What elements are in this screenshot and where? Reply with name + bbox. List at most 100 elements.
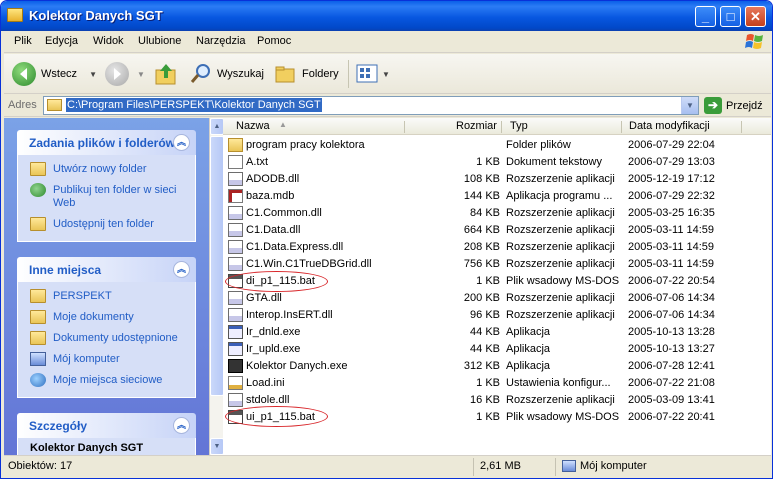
forward-button[interactable]: ▼	[105, 61, 145, 87]
toolbar-separator	[348, 60, 349, 88]
file-row[interactable]: Load.ini 1 KB Ustawienia konfigur... 2006-0…	[223, 375, 771, 392]
address-label: Adres	[8, 99, 37, 111]
close-button[interactable]: ✕	[745, 6, 766, 27]
task-share-folder[interactable]: Udostępnij ten folder	[18, 216, 195, 233]
file-size: 312 KB	[463, 360, 500, 372]
menu-plik[interactable]: Plik	[14, 35, 32, 47]
file-modified: 2005-10-13 13:27	[628, 343, 715, 355]
file-name: baza.mdb	[246, 190, 295, 202]
file-dll-icon	[228, 393, 243, 407]
address-input[interactable]: C:\Program Files\PERSPEKT\Kolektor Danyc…	[43, 96, 699, 115]
place-shared-documents[interactable]: Dokumenty udostępnione	[18, 330, 195, 347]
up-folder-button[interactable]	[155, 61, 177, 87]
file-row[interactable]: Ir_upld.exe 44 KB Aplikacja 2005-10-13 13:2…	[223, 341, 771, 358]
places-panel-header[interactable]: Inne miejsca ︽	[17, 257, 196, 282]
computer-icon	[562, 460, 576, 472]
file-row[interactable]: Ir_dnld.exe 44 KB Aplikacja 2005-10-13 13:2…	[223, 324, 771, 341]
collapse-chevron-icon[interactable]: ︽	[173, 261, 190, 278]
menu-pomoc[interactable]: Pomoc	[257, 35, 291, 47]
task-label: Udostępnij ten folder	[53, 218, 154, 230]
address-path[interactable]: C:\Program Files\PERSPEKT\Kolektor Danyc…	[66, 98, 322, 112]
file-row[interactable]: C1.Common.dll 84 KB Rozszerzenie aplikacji…	[223, 205, 771, 222]
column-separator[interactable]	[501, 121, 502, 133]
file-modified: 2006-07-22 20:41	[628, 411, 715, 423]
file-type: Rozszerzenie aplikacji	[506, 207, 615, 219]
file-row[interactable]: baza.mdb 144 KB Aplikacja programu ... 2006…	[223, 188, 771, 205]
place-my-documents[interactable]: Moje dokumenty	[18, 309, 195, 326]
place-network[interactable]: Moje miejsca sieciowe	[18, 372, 195, 389]
collapse-chevron-icon[interactable]: ︽	[173, 134, 190, 151]
file-dll-icon	[228, 308, 243, 322]
computer-icon	[30, 352, 46, 366]
back-dropdown-icon[interactable]: ▼	[89, 70, 97, 79]
file-row[interactable]: C1.Data.dll 664 KB Rozszerzenie aplikacji 2…	[223, 222, 771, 239]
task-new-folder[interactable]: Utwórz nowy folder	[18, 161, 195, 178]
forward-dropdown-icon[interactable]: ▼	[137, 70, 145, 79]
file-type: Dokument tekstowy	[506, 156, 602, 168]
place-label: Mój komputer	[53, 353, 120, 365]
menu-widok[interactable]: Widok	[93, 35, 124, 47]
file-type: Rozszerzenie aplikacji	[506, 173, 615, 185]
place-my-computer[interactable]: Mój komputer	[18, 351, 195, 368]
file-row[interactable]: C1.Data.Express.dll 208 KB Rozszerzenie ap…	[223, 239, 771, 256]
file-modified: 2006-07-06 14:34	[628, 309, 715, 321]
file-row[interactable]: C1.Win.C1TrueDBGrid.dll 756 KB Rozszerzeni…	[223, 256, 771, 273]
go-button[interactable]: ➔ Przejdź	[704, 97, 763, 114]
column-header: Nazwa ▲ Rozmiar Typ Data modyfikacji	[223, 118, 771, 135]
file-type: Rozszerzenie aplikacji	[506, 241, 615, 253]
search-button[interactable]: Wyszukaj	[189, 61, 264, 87]
file-row[interactable]: Interop.InsERT.dll 96 KB Rozszerzenie apli…	[223, 307, 771, 324]
details-panel: Szczegóły ︽ Kolektor Danych SGT	[17, 413, 196, 455]
file-row[interactable]: GTA.dll 200 KB Rozszerzenie aplikacji 2006-…	[223, 290, 771, 307]
file-modified: 2006-07-28 12:41	[628, 360, 715, 372]
title-bar[interactable]: Kolektor Danych SGT _ □ ✕	[1, 1, 772, 31]
column-type[interactable]: Typ	[510, 120, 528, 132]
menu-edycja[interactable]: Edycja	[45, 35, 78, 47]
scroll-down-icon[interactable]: ▼	[210, 438, 224, 455]
status-bar: Obiektów: 17 2,61 MB Mój komputer	[4, 455, 771, 477]
file-row[interactable]: ADODB.dll 108 KB Rozszerzenie aplikacji 200…	[223, 171, 771, 188]
task-pane-scrollbar[interactable]: ▲ ▼	[209, 118, 224, 455]
file-txt-icon	[228, 155, 243, 169]
folders-icon	[275, 66, 295, 83]
collapse-chevron-icon[interactable]: ︽	[173, 417, 190, 434]
maximize-button[interactable]: □	[720, 6, 741, 27]
scrollbar-thumb[interactable]	[210, 136, 224, 396]
file-modified: 2006-07-29 22:32	[628, 190, 715, 202]
file-mdb-icon	[228, 189, 243, 203]
file-row[interactable]: stdole.dll 16 KB Rozszerzenie aplikacji 200…	[223, 392, 771, 409]
file-name: program pracy kolektora	[246, 139, 365, 151]
file-row[interactable]: Kolektor Danych.exe 312 KB Aplikacja 2006-0…	[223, 358, 771, 375]
scroll-up-icon[interactable]: ▲	[210, 118, 224, 135]
file-size: 1 KB	[476, 275, 500, 287]
back-button[interactable]: Wstecz ▼	[12, 61, 97, 87]
column-modified[interactable]: Data modyfikacji	[629, 120, 710, 132]
column-separator[interactable]	[404, 121, 405, 133]
folders-button[interactable]: Foldery	[274, 61, 339, 87]
file-row[interactable]: A.txt 1 KB Dokument tekstowy 2006-07-29 13:…	[223, 154, 771, 171]
menu-narzedzia[interactable]: Narzędzia	[196, 35, 246, 47]
column-size[interactable]: Rozmiar	[456, 120, 497, 132]
share-folder-icon	[30, 217, 46, 231]
place-perspekt[interactable]: PERSPEKT	[18, 288, 195, 305]
address-dropdown-icon[interactable]: ▼	[681, 97, 698, 114]
minimize-button[interactable]: _	[695, 6, 716, 27]
details-panel-header[interactable]: Szczegóły ︽	[17, 413, 196, 438]
place-label: Moje miejsca sieciowe	[53, 374, 163, 386]
views-button[interactable]: ▼	[356, 61, 390, 87]
file-name: A.txt	[246, 156, 269, 168]
file-size: 1 KB	[476, 156, 500, 168]
menu-ulubione[interactable]: Ulubione	[138, 35, 181, 47]
file-row[interactable]: program pracy kolektora Folder plików 2006…	[223, 137, 771, 154]
task-publish-web[interactable]: Publikuj ten folder w sieci Web	[18, 182, 195, 212]
explorer-window: Kolektor Danych SGT _ □ ✕ Plik Edycja Wi…	[0, 0, 773, 479]
file-type: Aplikacja programu ...	[506, 190, 613, 202]
task-label: Utwórz nowy folder	[53, 163, 147, 175]
column-name[interactable]: Nazwa	[236, 120, 270, 132]
new-folder-icon	[30, 162, 46, 176]
file-name: Kolektor Danych.exe	[246, 360, 348, 372]
tasks-panel-header[interactable]: Zadania plików i folderów ︽	[17, 130, 196, 155]
column-separator[interactable]	[621, 121, 622, 133]
file-type: Plik wsadowy MS-DOS	[506, 275, 620, 287]
column-separator[interactable]	[741, 121, 742, 133]
